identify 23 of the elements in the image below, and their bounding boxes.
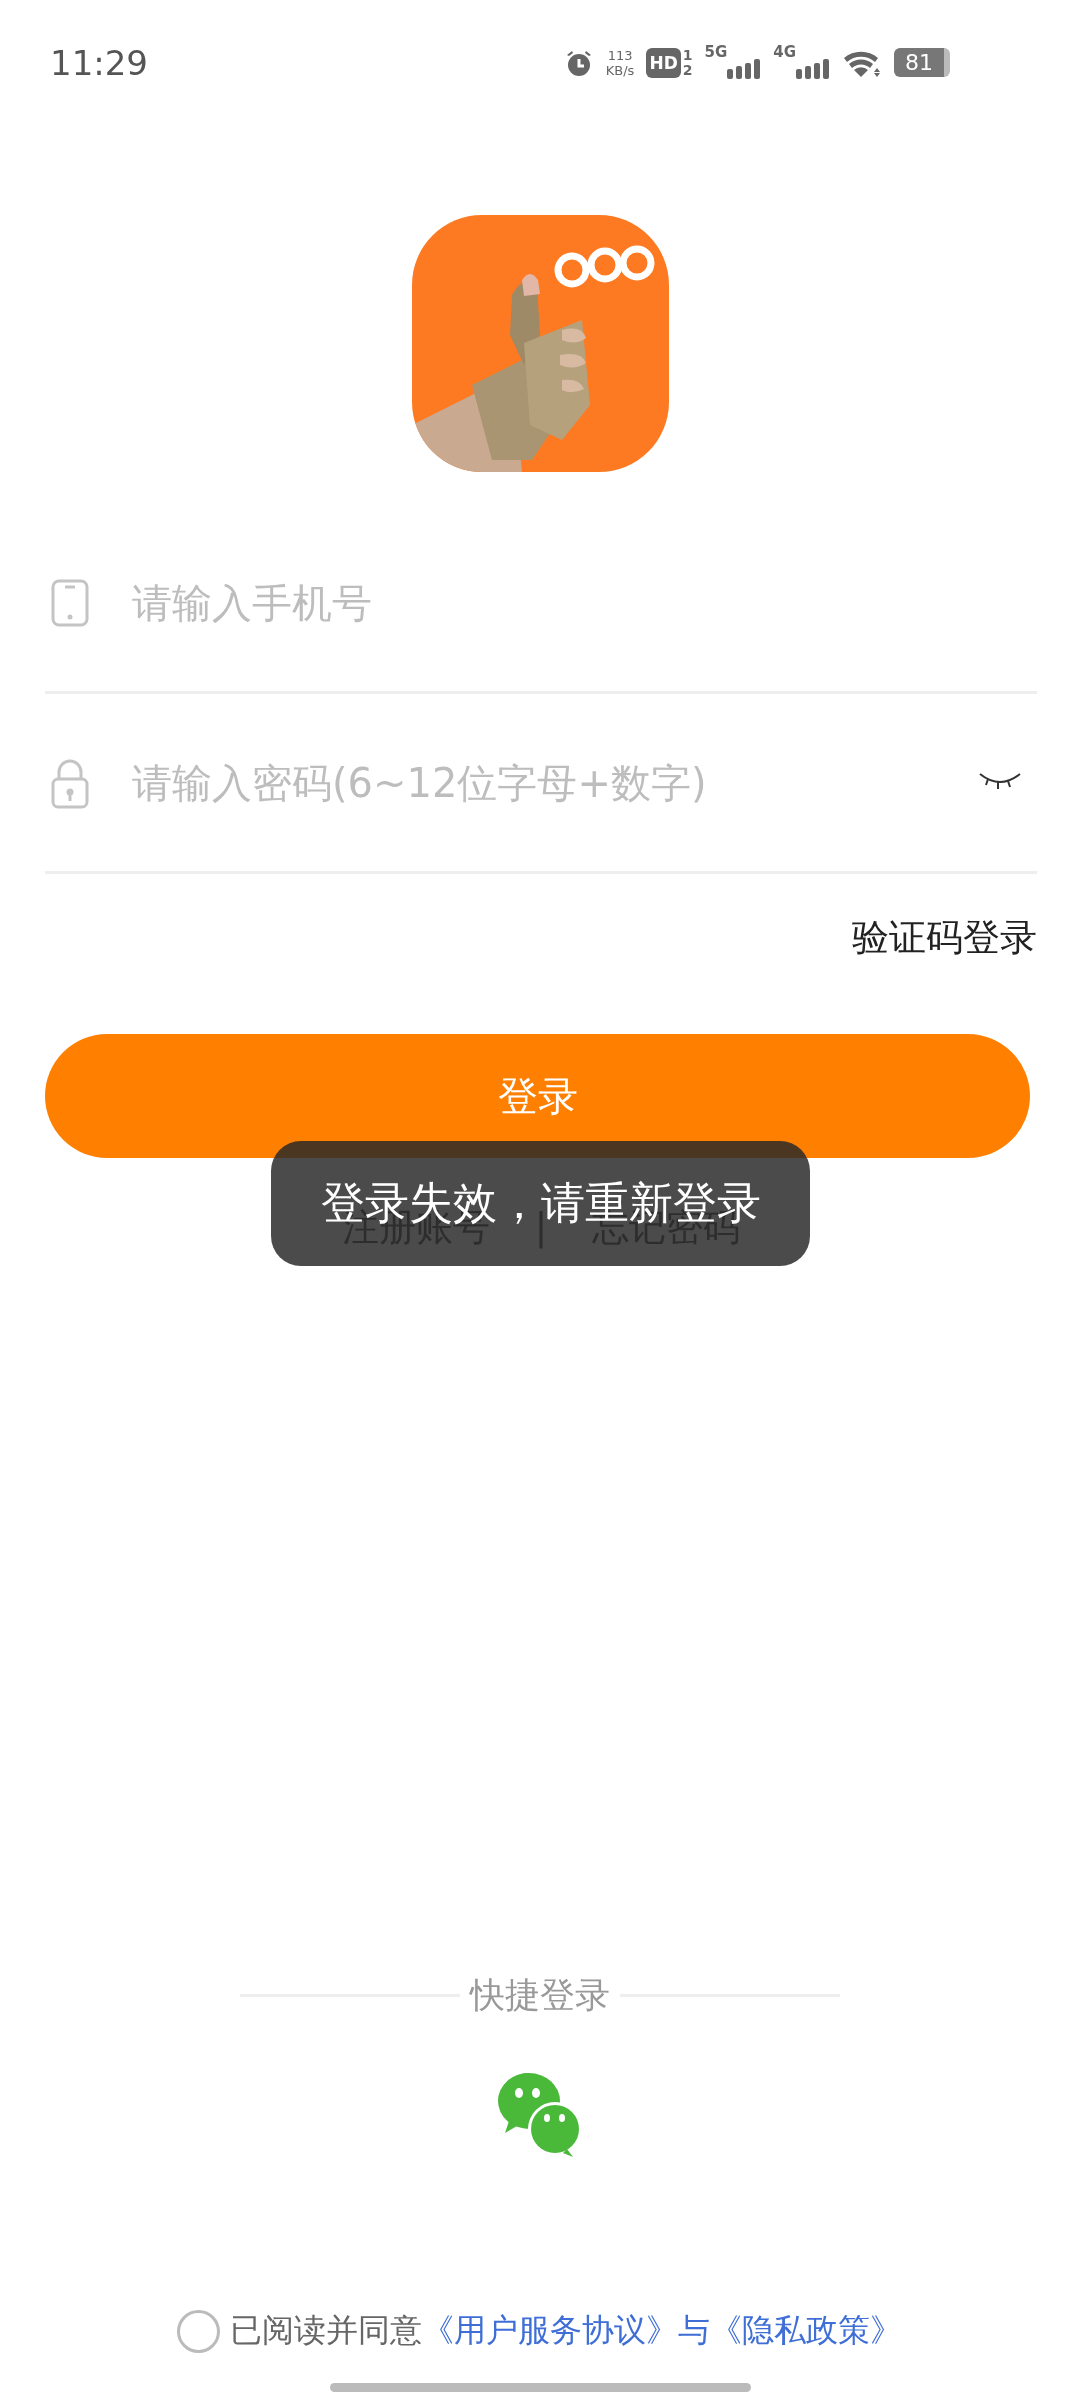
signal-icon	[727, 56, 762, 79]
code-login-link[interactable]: 验证码登录	[852, 914, 1037, 962]
quick-login-title: 快捷登录	[470, 1974, 610, 2017]
sim-number: 1	[682, 47, 693, 63]
login-button[interactable]: 登录	[45, 1034, 1030, 1158]
agreement-text: 已阅读并同意	[230, 2310, 422, 2351]
phone-icon	[50, 578, 90, 627]
hd-badge: HD	[646, 47, 681, 78]
sim-number: 2	[682, 62, 693, 78]
password-field[interactable]: 请输入密码(6~12位字母+数字)	[132, 759, 978, 806]
conjunction-text: 与	[678, 2310, 710, 2351]
network-type: 5G	[704, 42, 728, 61]
phone-field[interactable]: 请输入手机号	[132, 579, 1037, 626]
user-agreement-link[interactable]: 《用户服务协议》	[422, 2309, 678, 2353]
network-type: 4G	[773, 42, 796, 61]
battery-level: 81	[905, 50, 933, 75]
separator: |	[534, 1206, 548, 1251]
signal-icon	[796, 56, 830, 79]
agreement-checkbox[interactable]	[177, 2309, 220, 2353]
privacy-policy-link[interactable]: 《隐私政策》	[710, 2309, 902, 2353]
network-speed: 113	[607, 47, 633, 63]
clock-time: 11:29	[50, 42, 148, 83]
speed-unit: KB/s	[605, 62, 635, 78]
